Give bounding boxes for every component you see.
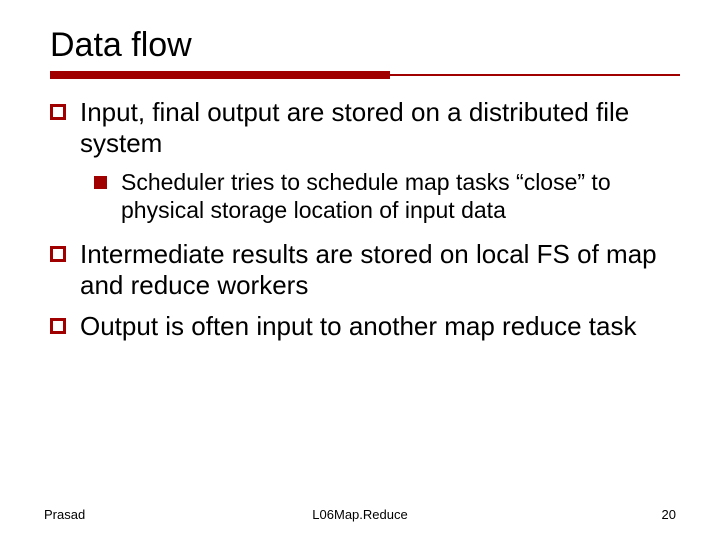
bullet-level1: Output is often input to another map red… — [50, 311, 680, 342]
bullet-text: Input, final output are stored on a dist… — [80, 97, 680, 159]
bullet-level1: Intermediate results are stored on local… — [50, 239, 680, 301]
bullet-level1: Input, final output are stored on a dist… — [50, 97, 680, 159]
square-outline-icon — [50, 104, 66, 120]
title-rule — [50, 71, 680, 79]
rule-thin — [390, 74, 680, 76]
bullet-text: Scheduler tries to schedule map tasks “c… — [121, 169, 680, 224]
slide: Data flow Input, final output are stored… — [0, 0, 720, 540]
square-outline-icon — [50, 246, 66, 262]
bullet-text: Output is often input to another map red… — [80, 311, 680, 342]
footer-lecture: L06Map.Reduce — [0, 507, 720, 522]
slide-title: Data flow — [50, 26, 680, 65]
slide-footer: Prasad L06Map.Reduce 20 — [0, 507, 720, 522]
rule-thick — [50, 71, 390, 79]
slide-body: Input, final output are stored on a dist… — [50, 97, 680, 342]
square-filled-icon — [94, 176, 107, 189]
square-outline-icon — [50, 318, 66, 334]
bullet-text: Intermediate results are stored on local… — [80, 239, 680, 301]
bullet-level2: Scheduler tries to schedule map tasks “c… — [94, 169, 680, 224]
